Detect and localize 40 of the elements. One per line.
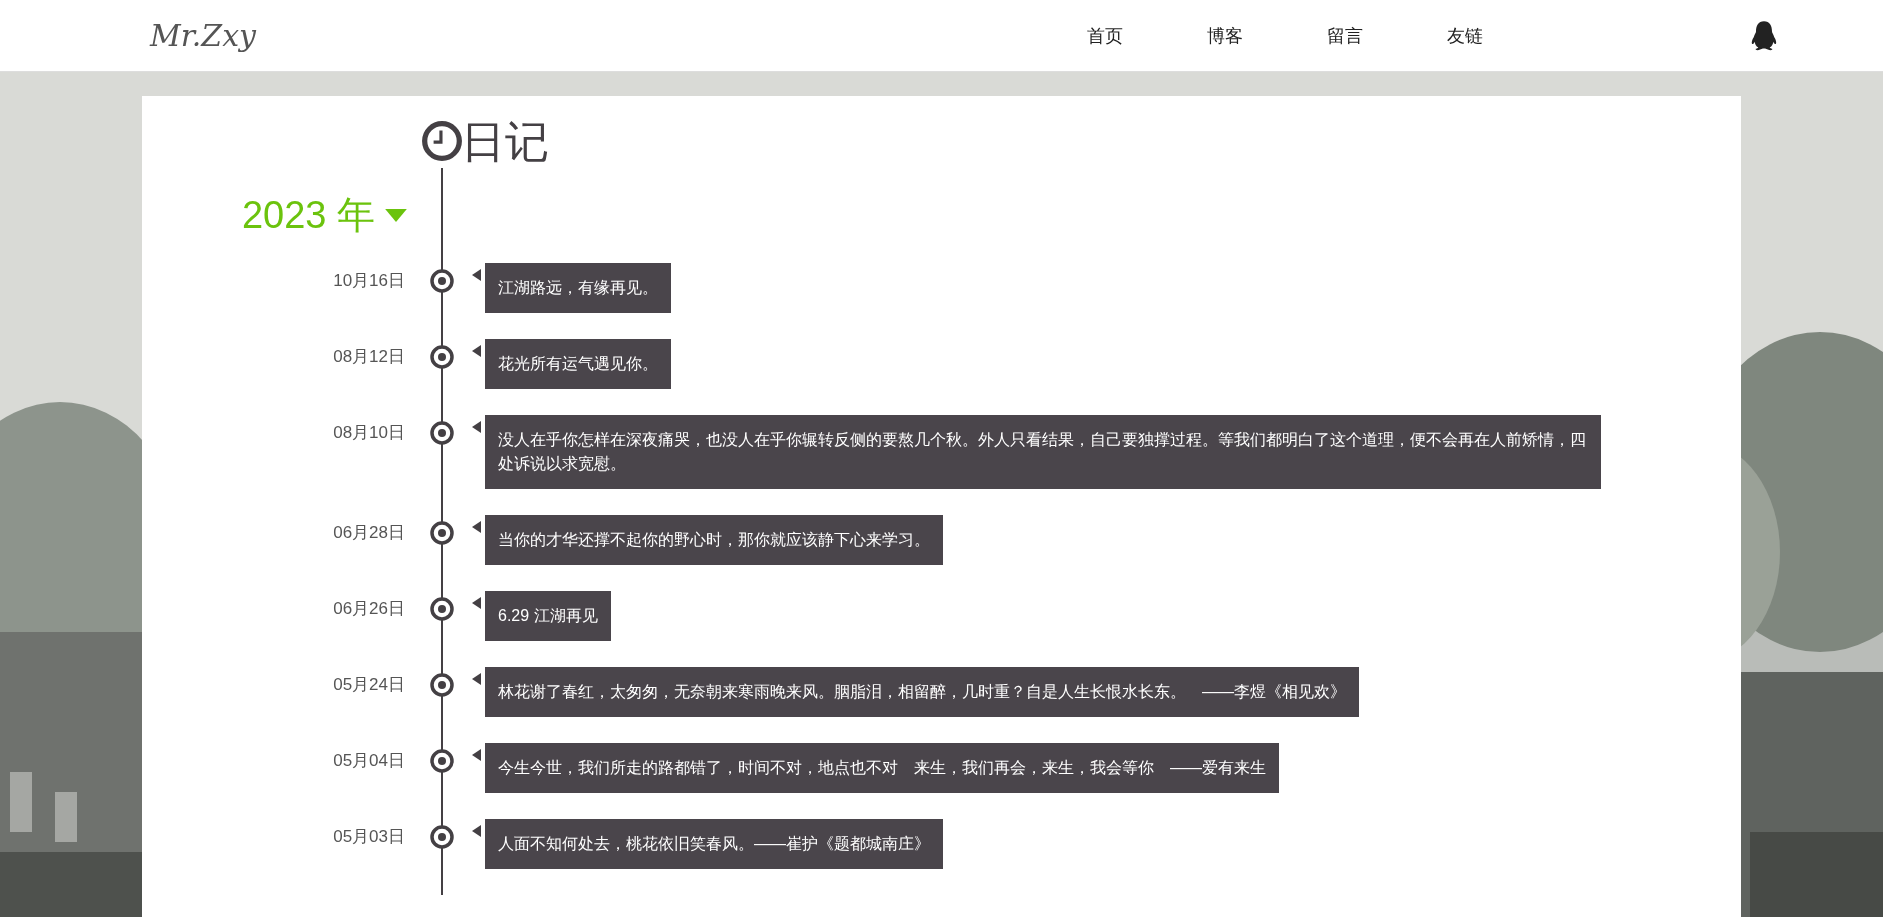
site-logo[interactable]: Mr.Zxy (150, 18, 1030, 53)
timeline-dot-icon (429, 672, 455, 698)
entry-date: 05月04日 (333, 750, 405, 772)
entry-date: 08月12日 (333, 346, 405, 368)
penguin-icon[interactable] (1750, 19, 1778, 52)
entry-date: 08月10日 (333, 422, 405, 444)
entry-text: 今生今世，我们所走的路都错了，时间不对，地点也不对 来生，我们再会，来生，我会等你 ——爱有来生 (498, 758, 1266, 778)
pointer-icon (472, 345, 481, 357)
nav-link[interactable]: 博客 (1165, 23, 1285, 48)
entry-text: 没人在乎你怎样在深夜痛哭，也没人在乎你辗转反侧的要熬几个秋。外人只看结果，自己要独撑过程。等我们都明白了这个道理，便不会再在人前矫情，四处诉说以求宽慰。 (498, 430, 1587, 474)
pointer-icon (472, 825, 481, 837)
pointer-icon (472, 749, 481, 761)
page-title: 日记 (461, 116, 550, 168)
entry-date: 10月16日 (333, 270, 405, 292)
timeline-dot-icon (429, 748, 455, 774)
nav-link[interactable]: 友链 (1405, 23, 1525, 48)
pointer-icon (472, 269, 481, 281)
entry-text: 当你的才华还撑不起你的野心时，那你就应该静下心来学习。 (498, 530, 930, 550)
timeline-dot-icon (429, 520, 455, 546)
nav-link[interactable]: 留言 (1285, 23, 1405, 48)
entry-date: 05月24日 (333, 674, 405, 696)
nav-link[interactable]: 首页 (1045, 23, 1165, 48)
timeline-dot-icon (429, 596, 455, 622)
timeline-dot-icon (429, 268, 455, 294)
entry-date: 06月28日 (333, 522, 405, 544)
timeline-dot-icon (429, 824, 455, 850)
entry-date: 06月26日 (333, 598, 405, 620)
pointer-icon (472, 673, 481, 685)
entry-text: 林花谢了春红，太匆匆，无奈朝来寒雨晚来风。胭脂泪，相留醉，几时重？自是人生长恨水长东。 ——李煜《相见欢》 (498, 682, 1346, 702)
clock-icon (421, 120, 463, 162)
pointer-icon (472, 521, 481, 533)
entry-text: 江湖路远，有缘再见。 (498, 278, 658, 298)
entry-text: 花光所有运气遇见你。 (498, 354, 658, 374)
timeline-dot-icon (429, 344, 455, 370)
entry-date: 05月03日 (333, 826, 405, 848)
entry-text: 人面不知何处去，桃花依旧笑春风。——崔护《题都城南庄》 (498, 834, 930, 854)
pointer-icon (472, 421, 481, 433)
timeline-dot-icon (429, 420, 455, 446)
entry-text: 6.29 江湖再见 (498, 606, 598, 626)
pointer-icon (472, 597, 481, 609)
